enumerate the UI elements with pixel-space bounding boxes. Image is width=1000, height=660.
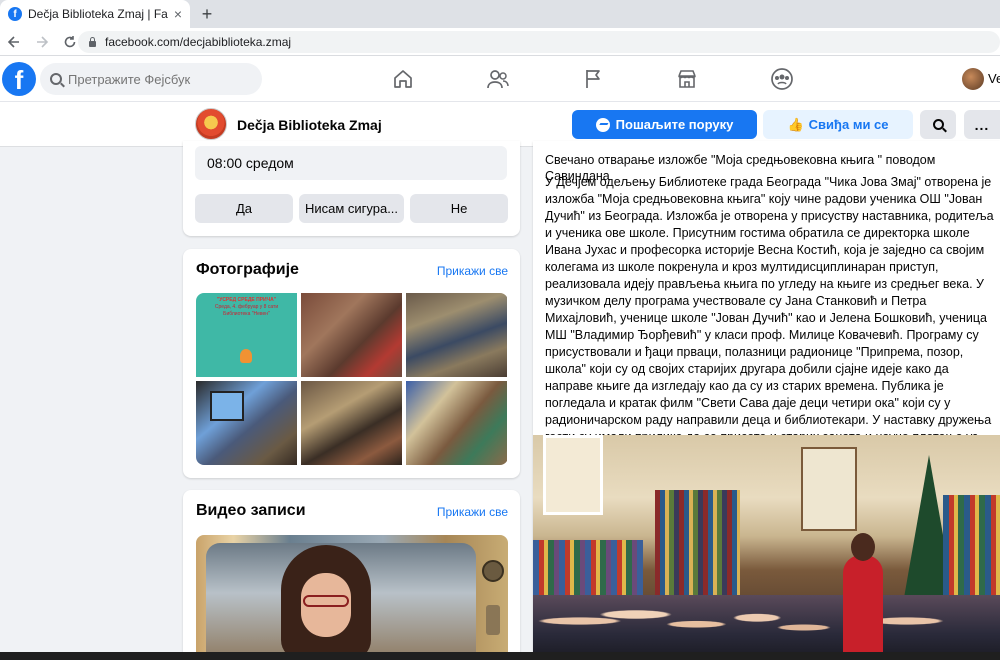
photo-thumbnail[interactable] — [196, 381, 297, 465]
photo-frame-detail — [801, 447, 857, 531]
search-icon — [50, 73, 62, 85]
photos-see-all-link[interactable]: Прикажи све — [437, 264, 508, 278]
pages-flag-icon[interactable] — [580, 66, 606, 92]
facebook-search-input[interactable] — [68, 71, 248, 87]
video-thumbnail[interactable] — [196, 535, 508, 660]
photos-card: Фотографије Прикажи све "УСРЕД СРЕДЕ ПРИ… — [183, 249, 520, 478]
more-options-button[interactable]: ... — [964, 110, 1000, 139]
groups-icon[interactable] — [769, 66, 795, 92]
messenger-icon — [595, 117, 610, 132]
rsvp-yes-button[interactable]: Да — [195, 194, 293, 223]
address-bar[interactable]: facebook.com/decjabiblioteka.zmaj — [78, 31, 1000, 53]
photo-grid: "УСРЕД СРЕДЕ ПРИЧА" Среда, 4. фебруар у … — [196, 293, 508, 465]
videos-title: Видео записи — [196, 502, 306, 519]
browser-nav-bar: facebook.com/decjabiblioteka.zmaj — [0, 28, 1000, 56]
browser-tab[interactable]: f Dečja Biblioteka Zmaj | Facebook × — [0, 0, 190, 28]
photo-audience — [533, 595, 1000, 660]
post-body-text: У Дечјем одељењу Библиотеке града Београ… — [545, 175, 994, 461]
like-label: Свиђа ми се — [808, 117, 889, 132]
photo-speaker-head — [851, 533, 875, 561]
photo-bookshelf — [655, 490, 740, 610]
photos-title: Фотографије — [196, 261, 299, 278]
back-arrow-icon[interactable] — [2, 30, 26, 54]
tab-close-icon[interactable]: × — [174, 6, 182, 22]
facebook-favicon-icon: f — [8, 7, 22, 21]
photo-thumbnail[interactable] — [301, 381, 402, 465]
tab-title: Dečja Biblioteka Zmaj | Facebook — [28, 7, 168, 21]
poster-title: "УСРЕД СРЕДЕ ПРИЧА" — [216, 297, 277, 303]
rsvp-no-button[interactable]: Не — [410, 194, 508, 223]
event-time: 08:00 средом — [195, 146, 507, 180]
page-name[interactable]: Dečja Biblioteka Zmaj — [237, 117, 382, 133]
page-avatar[interactable] — [195, 108, 227, 140]
poster-date: Среда, 4. фебруар у 8 сати — [214, 304, 279, 310]
poster-venue: Библиотека "Невен" — [223, 311, 270, 317]
facebook-header: f Ve — [0, 56, 1000, 102]
new-tab-button[interactable]: + — [196, 3, 218, 25]
video-person — [281, 545, 371, 660]
home-icon[interactable] — [390, 66, 416, 92]
tv-dial — [486, 605, 500, 635]
send-message-button[interactable]: Пошаљите поруку — [572, 110, 757, 139]
photo-thumbnail[interactable] — [406, 293, 507, 377]
thumbs-up-icon: 👍 — [787, 116, 804, 132]
url-text: facebook.com/decjabiblioteka.zmaj — [105, 35, 292, 49]
search-icon — [932, 119, 944, 130]
marketplace-icon[interactable] — [674, 66, 700, 92]
post-card: Свечано отварање изложбе "Моја средњовек… — [533, 141, 1000, 660]
facebook-logo-icon[interactable]: f — [2, 62, 36, 96]
browser-tab-bar: f Dečja Biblioteka Zmaj | Facebook × + — [0, 0, 1000, 28]
user-avatar[interactable] — [962, 68, 984, 90]
videos-see-all-link[interactable]: Прикажи све — [437, 505, 508, 519]
rsvp-maybe-button[interactable]: Нисам сигура... — [299, 194, 404, 223]
tv-knob — [482, 560, 504, 582]
photo-speaker — [843, 555, 883, 660]
poster-illustration — [240, 349, 252, 363]
page-search-button[interactable] — [920, 110, 956, 139]
photo-thumbnail[interactable] — [301, 293, 402, 377]
user-name-short[interactable]: Ve — [988, 71, 1000, 86]
photo-window-detail — [543, 435, 603, 515]
post-photo[interactable] — [533, 435, 1000, 660]
facebook-search-box[interactable] — [40, 63, 262, 95]
photo-thumbnail[interactable] — [406, 381, 507, 465]
videos-card: Видео записи Прикажи све — [183, 490, 520, 660]
os-taskbar — [0, 652, 1000, 660]
send-message-label: Пошаљите поруку — [615, 117, 734, 132]
friends-icon[interactable] — [485, 66, 511, 92]
photo-screen-detail — [210, 391, 244, 421]
like-page-button[interactable]: 👍 Свиђа ми се — [763, 110, 913, 139]
photo-thumbnail[interactable]: "УСРЕД СРЕДЕ ПРИЧА" Среда, 4. фебруар у … — [196, 293, 297, 377]
event-card: 08:00 средом Да Нисам сигура... Не — [183, 141, 520, 236]
lock-icon — [88, 37, 97, 47]
forward-arrow-icon[interactable] — [30, 30, 54, 54]
